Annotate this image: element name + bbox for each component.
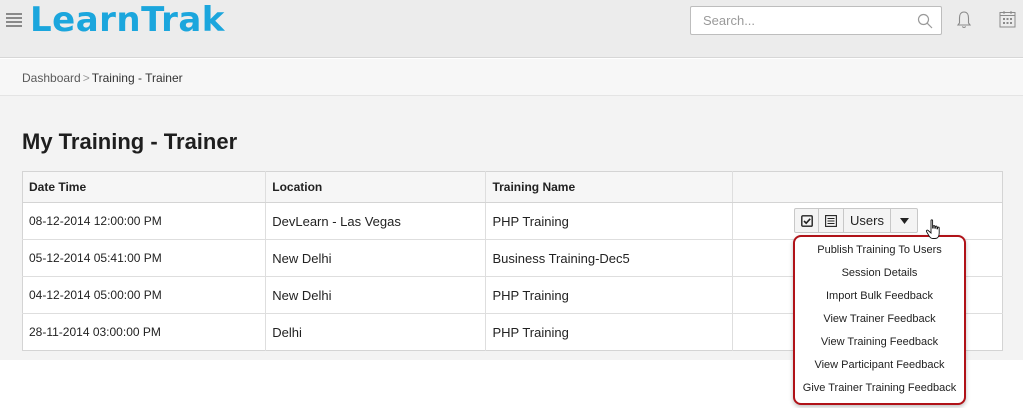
- breadcrumb: Dashboard > Training - Trainer: [22, 71, 183, 85]
- hand-cursor-icon: [925, 219, 940, 239]
- users-button[interactable]: Users: [844, 209, 891, 232]
- cell-training-name: PHP Training: [485, 313, 733, 351]
- details-button[interactable]: [819, 209, 844, 232]
- menu-item-view-participant-feedback[interactable]: View Participant Feedback: [795, 354, 964, 377]
- actions-dropdown-toggle[interactable]: [891, 209, 917, 232]
- menu-item-import-bulk-feedback[interactable]: Import Bulk Feedback: [795, 285, 964, 308]
- cell-training-name: PHP Training: [485, 276, 733, 314]
- actions-dropdown-menu: Publish Training To Users Session Detail…: [793, 235, 966, 405]
- cell-training-name: Business Training-Dec5: [485, 239, 733, 277]
- cell-location: New Delhi: [265, 276, 487, 314]
- list-icon: [825, 214, 837, 227]
- cell-training-name: PHP Training: [485, 202, 733, 240]
- row-action-button-group: Users: [794, 208, 918, 233]
- cell-date-time: 28-11-2014 03:00:00 PM: [22, 313, 267, 351]
- column-header-actions: [732, 171, 1003, 203]
- cell-location: DevLearn - Las Vegas: [265, 202, 487, 240]
- search-box[interactable]: [690, 6, 942, 35]
- menu-item-view-trainer-feedback[interactable]: View Trainer Feedback: [795, 308, 964, 331]
- breadcrumb-bar: Dashboard > Training - Trainer: [0, 59, 1023, 96]
- breadcrumb-current: Training - Trainer: [91, 71, 183, 85]
- breadcrumb-dashboard[interactable]: Dashboard: [22, 71, 81, 85]
- menu-item-publish-training[interactable]: Publish Training To Users: [795, 239, 964, 262]
- menu-item-give-trainer-training-feedback[interactable]: Give Trainer Training Feedback: [795, 377, 964, 400]
- checklist-icon: [800, 214, 813, 227]
- app-logo[interactable]: LearnTrak: [30, 0, 225, 40]
- search-icon[interactable]: [917, 13, 933, 29]
- cell-location: Delhi: [265, 313, 487, 351]
- cell-location: New Delhi: [265, 239, 487, 277]
- menu-item-session-details[interactable]: Session Details: [795, 262, 964, 285]
- mark-attendance-button[interactable]: [795, 209, 819, 232]
- table-header-row: Date Time Location Training Name: [22, 171, 1003, 203]
- bell-icon[interactable]: [956, 10, 972, 30]
- caret-down-icon: [899, 217, 909, 224]
- column-header-training-name[interactable]: Training Name: [485, 171, 733, 203]
- column-header-date-time[interactable]: Date Time: [22, 171, 267, 203]
- calendar-icon[interactable]: [999, 10, 1016, 28]
- cell-date-time: 08-12-2014 12:00:00 PM: [22, 202, 267, 240]
- menu-item-view-training-feedback[interactable]: View Training Feedback: [795, 331, 964, 354]
- cell-date-time: 04-12-2014 05:00:00 PM: [22, 276, 267, 314]
- top-bar: LearnTrak: [0, 0, 1023, 58]
- cell-date-time: 05-12-2014 05:41:00 PM: [22, 239, 267, 277]
- breadcrumb-separator: >: [82, 71, 90, 85]
- menu-icon[interactable]: [6, 13, 22, 27]
- page-title: My Training - Trainer: [22, 129, 238, 154]
- column-header-location[interactable]: Location: [265, 171, 487, 203]
- search-input[interactable]: [691, 7, 906, 34]
